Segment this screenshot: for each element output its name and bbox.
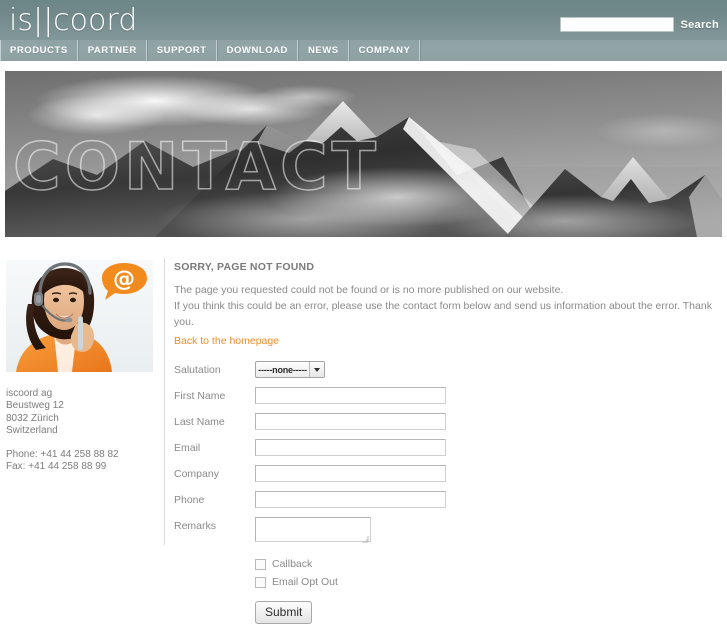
remarks-textarea[interactable] <box>255 517 371 542</box>
remarks-wrapper <box>255 517 371 545</box>
last-name-input[interactable] <box>255 413 446 430</box>
form-row-email: Email <box>174 439 719 458</box>
agent-illustration: @ <box>6 260 153 372</box>
company-address: iscoord ag Beustweg 12 8032 Zürich Switz… <box>6 388 156 473</box>
form-row-last-name: Last Name <box>174 413 719 432</box>
phone-input[interactable] <box>255 491 446 508</box>
nav-item-download[interactable]: DOWNLOAD <box>216 40 298 61</box>
chevron-down-icon[interactable] <box>309 362 324 377</box>
label-first-name: First Name <box>174 390 226 402</box>
address-city: 8032 Zürich <box>6 412 59 424</box>
nav-item-partner[interactable]: PARTNER <box>77 40 147 61</box>
search-area: Search <box>559 17 720 32</box>
support-agent-photo: @ <box>6 260 153 372</box>
email-opt-out-label[interactable]: Email Opt Out <box>272 576 338 588</box>
form-row-salutation: Salutation -----none----- <box>174 361 719 380</box>
nav-item-company[interactable]: COMPANY <box>348 40 421 61</box>
address-street: Beustweg 12 <box>6 400 64 412</box>
first-name-input[interactable] <box>255 387 446 404</box>
checkbox-row-email-opt-out: Email Opt Out <box>255 576 719 588</box>
company-input[interactable] <box>255 465 446 482</box>
email-opt-out-checkbox[interactable] <box>255 576 266 588</box>
nav-spacer <box>420 40 727 61</box>
sidebar: @ iscoord ag Beustweg 12 8032 Zürich Swi… <box>6 260 156 473</box>
label-salutation: Salutation <box>174 364 221 376</box>
label-email: Email <box>174 442 201 454</box>
form-row-company: Company <box>174 465 719 484</box>
callback-checkbox[interactable] <box>255 558 266 570</box>
form-row-phone: Phone <box>174 491 719 510</box>
label-company: Company <box>174 468 219 480</box>
site-header: is||coord Search <box>0 0 727 40</box>
address-phone: Phone: +41 44 258 88 82 <box>6 448 119 460</box>
nav-item-support[interactable]: SUPPORT <box>146 40 217 61</box>
search-input[interactable] <box>559 17 674 32</box>
label-last-name: Last Name <box>174 416 225 428</box>
address-company: iscoord ag <box>6 388 53 399</box>
back-to-homepage-link[interactable]: Back to the homepage <box>174 335 279 347</box>
submit-button[interactable]: Submit <box>255 601 313 624</box>
callback-label[interactable]: Callback <box>272 558 312 570</box>
salutation-select-value: -----none----- <box>258 364 307 375</box>
address-spacer <box>6 438 156 449</box>
main-navigation: PRODUCTS PARTNER SUPPORT DOWNLOAD NEWS C… <box>0 40 727 61</box>
main-content: SORRY, PAGE NOT FOUND The page you reque… <box>174 261 719 624</box>
label-remarks: Remarks <box>174 520 217 532</box>
content-divider <box>164 258 165 545</box>
at-symbol-glyph: @ <box>113 267 135 292</box>
salutation-select[interactable]: -----none----- <box>255 361 325 378</box>
page-title: SORRY, PAGE NOT FOUND <box>174 261 315 273</box>
address-country: Switzerland <box>6 425 58 437</box>
error-line-1: The page you requested could not be foun… <box>174 284 564 296</box>
hero-banner: CONTACT <box>5 71 722 237</box>
label-phone: Phone <box>174 494 205 506</box>
banner-overlay-word: CONTACT <box>12 130 380 205</box>
form-row-remarks: Remarks <box>174 517 719 551</box>
checkbox-row-callback: Callback <box>255 558 719 570</box>
site-logo[interactable]: is||coord <box>9 4 137 38</box>
email-input[interactable] <box>255 439 446 456</box>
error-line-2: If you think this could be an error, ple… <box>174 300 712 328</box>
nav-item-news[interactable]: NEWS <box>297 40 349 61</box>
form-row-first-name: First Name <box>174 387 719 406</box>
search-button[interactable]: Search <box>681 19 720 31</box>
address-fax: Fax: +41 44 258 88 99 <box>6 461 107 473</box>
contact-form: Salutation -----none----- First Name Las… <box>174 361 719 624</box>
nav-item-products[interactable]: PRODUCTS <box>0 40 78 61</box>
